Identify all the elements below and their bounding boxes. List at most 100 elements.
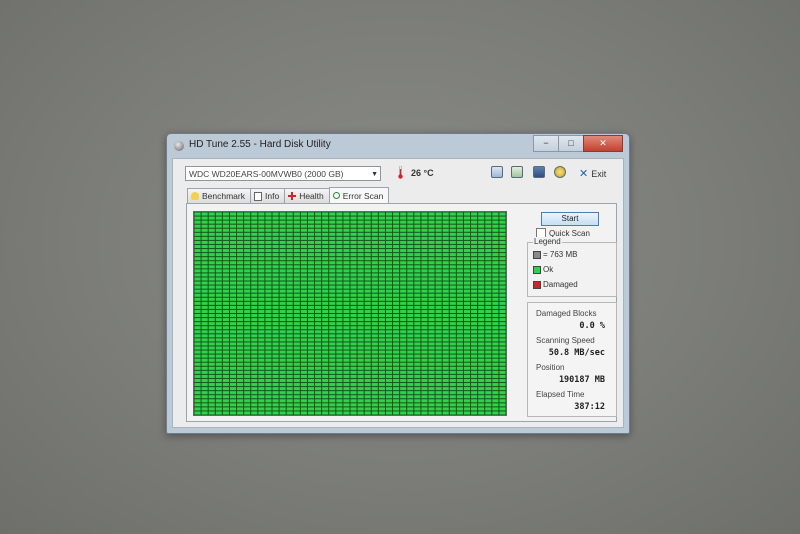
disk-block [471, 228, 478, 232]
disk-block [322, 338, 329, 342]
disk-block [229, 240, 237, 244]
disk-block [194, 220, 201, 224]
disk-block [400, 354, 407, 358]
disk-block [350, 391, 357, 395]
disk-block [463, 224, 471, 228]
disk-block [244, 395, 251, 399]
disk-block [478, 228, 485, 232]
disk-block [449, 411, 456, 415]
disk-block [428, 220, 435, 224]
exit-button[interactable]: ✕ Exit [579, 167, 606, 180]
disk-block [357, 411, 364, 415]
save-icon[interactable] [533, 166, 545, 178]
tab-benchmark[interactable]: Benchmark [187, 188, 251, 203]
disk-block [371, 399, 378, 403]
disk-block [229, 285, 237, 289]
disk-block [336, 253, 343, 257]
disk-block [315, 216, 322, 220]
disk-block [265, 220, 272, 224]
disk-block [449, 383, 456, 387]
disk-block [421, 249, 428, 253]
disk-block [435, 269, 442, 273]
disk-block [471, 277, 478, 281]
disk-block [378, 362, 385, 366]
disk-block [329, 305, 336, 309]
disk-block [350, 305, 357, 309]
disk-block [378, 330, 385, 334]
disk-block [293, 285, 300, 289]
disk-block [485, 224, 492, 228]
disk-block [329, 362, 336, 366]
drive-select[interactable]: WDC WD20EARS-00MVWB0 (2000 GB) ▼ [185, 166, 381, 181]
disk-block [435, 212, 442, 216]
disk-block [208, 253, 215, 257]
disk-block [343, 334, 350, 338]
tab-health[interactable]: Health [284, 188, 330, 203]
disk-block [463, 220, 471, 224]
disk-block [336, 391, 343, 395]
disk-block [208, 354, 215, 358]
copy-screenshot-icon[interactable] [511, 166, 523, 178]
disk-block [364, 309, 371, 313]
disk-block [442, 240, 449, 244]
disk-block [251, 232, 258, 236]
minimize-button[interactable]: − [533, 135, 559, 152]
disk-block [492, 391, 499, 395]
disk-block [378, 383, 385, 387]
disk-block [414, 293, 421, 297]
disk-block [357, 224, 364, 228]
disk-block [499, 293, 506, 297]
disk-block [315, 318, 322, 322]
disk-block [371, 318, 378, 322]
disk-block [279, 362, 286, 366]
disk-block [499, 216, 506, 220]
disk-block [499, 220, 506, 224]
disk-block [229, 257, 237, 261]
disk-block [343, 391, 350, 395]
disk-block [385, 216, 393, 220]
disk-block [322, 362, 329, 366]
disk-block [237, 244, 244, 249]
disk-block [471, 322, 478, 326]
disk-block [463, 281, 471, 285]
disk-block [315, 342, 322, 346]
disk-block [485, 358, 492, 362]
copy-info-icon[interactable] [491, 166, 503, 178]
disk-block [428, 257, 435, 261]
disk-block [485, 326, 492, 330]
disk-block [343, 383, 350, 387]
disk-block [343, 354, 350, 358]
tab-info[interactable]: Info [250, 188, 286, 203]
disk-block [471, 289, 478, 293]
disk-block [215, 391, 222, 395]
disk-block [471, 273, 478, 277]
disk-block [229, 407, 237, 411]
disk-block [435, 257, 442, 261]
tab-error-scan[interactable]: Error Scan [328, 187, 390, 203]
disk-block [265, 395, 272, 399]
disk-block [279, 277, 286, 281]
title-bar[interactable]: HD Tune 2.55 - Hard Disk Utility − □ ✕ [167, 134, 629, 158]
disk-block [329, 350, 336, 354]
options-icon[interactable] [554, 166, 566, 178]
disk-block [478, 244, 485, 249]
disk-block [371, 240, 378, 244]
disk-block [286, 301, 293, 305]
disk-block [371, 289, 378, 293]
disk-block [215, 366, 222, 370]
maximize-button[interactable]: □ [558, 135, 584, 152]
disk-block [407, 334, 414, 338]
disk-block [279, 330, 286, 334]
disk-block [293, 293, 300, 297]
disk-block [251, 395, 258, 399]
disk-block [442, 354, 449, 358]
start-button[interactable]: Start [541, 212, 599, 226]
disk-block [478, 220, 485, 224]
disk-block [222, 391, 229, 395]
close-button[interactable]: ✕ [583, 135, 623, 152]
disk-block [400, 378, 407, 383]
disk-block [435, 228, 442, 232]
disk-block [201, 346, 208, 350]
disk-block [463, 378, 471, 383]
disk-block [492, 273, 499, 277]
